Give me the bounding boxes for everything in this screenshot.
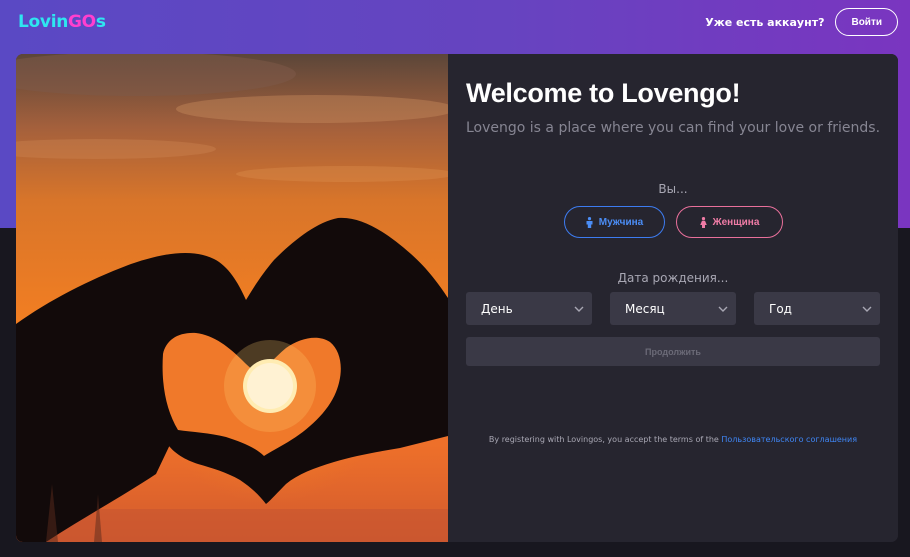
- month-select[interactable]: Месяц: [610, 292, 736, 325]
- gender-prompt: Вы...: [658, 182, 688, 196]
- birthdate-selects: День Месяц Год: [466, 292, 880, 325]
- logo[interactable]: LovinGOs: [18, 12, 106, 32]
- top-bar: LovinGOs Уже есть аккаунт? Войти: [0, 0, 910, 44]
- male-label: Мужчина: [598, 216, 644, 228]
- terms-notice: By registering with Lovingos, you accept…: [448, 435, 898, 444]
- header-actions: Уже есть аккаунт? Войти: [705, 8, 898, 36]
- login-button[interactable]: Войти: [835, 8, 898, 36]
- female-label: Женщина: [712, 216, 760, 228]
- signup-form-panel: Welcome to Lovengo! Lovengo is a place w…: [448, 54, 898, 542]
- month-select-value: Месяц: [625, 301, 665, 316]
- day-select-value: День: [481, 301, 513, 316]
- chevron-down-icon: [862, 306, 872, 312]
- welcome-title: Welcome to Lovengo!: [466, 78, 741, 108]
- female-button[interactable]: Женщина: [675, 206, 783, 238]
- welcome-subtitle: Lovengo is a place where you can find yo…: [466, 120, 881, 136]
- gender-selector: Мужчина Женщина: [448, 206, 898, 238]
- female-person-icon: [699, 216, 707, 228]
- have-account-text: Уже есть аккаунт?: [705, 15, 825, 29]
- heart-hands-sunset-photo: [16, 54, 448, 542]
- signup-card: Welcome to Lovengo! Lovengo is a place w…: [16, 54, 898, 542]
- male-button[interactable]: Мужчина: [563, 206, 665, 238]
- terms-link[interactable]: Пользовательского соглашения: [721, 435, 857, 444]
- year-select[interactable]: Год: [754, 292, 880, 325]
- chevron-down-icon: [718, 306, 728, 312]
- year-select-value: Год: [769, 301, 792, 316]
- male-person-icon: [586, 216, 593, 228]
- sunset-illustration: [16, 54, 448, 542]
- continue-button[interactable]: Продолжить: [466, 337, 880, 366]
- birthdate-label: Дата рождения...: [617, 271, 729, 285]
- terms-text: By registering with Lovingos, you accept…: [488, 435, 719, 444]
- day-select[interactable]: День: [466, 292, 592, 325]
- chevron-down-icon: [574, 306, 584, 312]
